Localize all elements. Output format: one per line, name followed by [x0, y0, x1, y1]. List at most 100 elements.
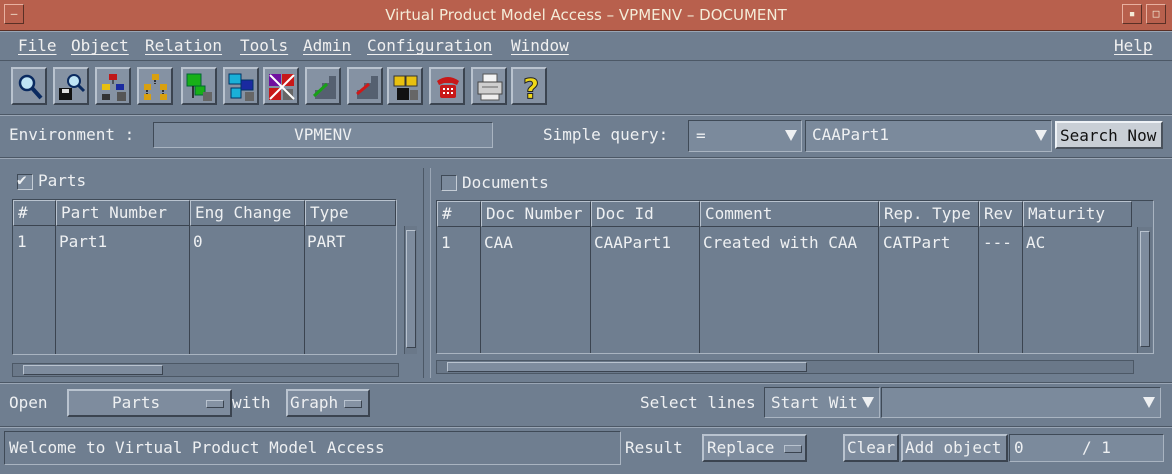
simple-query-label: Simple query: — [543, 125, 669, 144]
menu-help[interactable]: Help — [1114, 36, 1153, 55]
table-cell: PART — [307, 232, 346, 251]
folder-link-button[interactable] — [387, 67, 423, 105]
title-bar[interactable]: — Virtual Product Model Access – VPMENV … — [0, 0, 1172, 31]
search-now-label: Search Now — [1060, 126, 1157, 145]
menu-relation[interactable]: Relation — [145, 36, 222, 55]
query-value-combo[interactable]: CAAPart1 — [805, 120, 1052, 152]
clear-button[interactable]: Clear — [843, 434, 899, 462]
column-divider — [590, 227, 591, 353]
column-header[interactable]: # — [437, 201, 481, 227]
add-object-label: Add object — [905, 438, 1002, 457]
column-divider — [480, 227, 481, 353]
column-header[interactable]: Comment — [700, 201, 879, 227]
column-header[interactable]: Rev — [979, 201, 1023, 227]
column-header[interactable]: Doc Id — [591, 201, 700, 227]
open-selector-value: Parts — [112, 393, 161, 412]
column-header[interactable]: Maturity — [1023, 201, 1132, 227]
scrollbar-thumb[interactable] — [406, 230, 416, 348]
documents-checkbox[interactable] — [441, 175, 457, 191]
select-lines-input[interactable] — [881, 387, 1161, 418]
table-cell: 1 — [17, 232, 27, 251]
column-header[interactable]: # — [13, 200, 56, 226]
environment-field[interactable]: VPMENV — [153, 122, 493, 148]
folder-link-icon — [393, 75, 418, 100]
maximize-icon: □ — [1152, 7, 1160, 20]
column-header[interactable]: Rep. Type — [879, 201, 979, 227]
add-object-button[interactable]: Add object — [901, 434, 1008, 462]
search-save-button[interactable] — [53, 67, 89, 105]
open-label: Open — [9, 393, 48, 412]
column-divider — [699, 227, 700, 353]
help-button[interactable]: ? — [511, 67, 547, 105]
column-header[interactable]: Doc Number — [481, 201, 591, 227]
menu-configuration[interactable]: Configuration — [367, 36, 492, 55]
with-selector-value: Graph — [290, 393, 339, 412]
menu-tools[interactable]: Tools — [240, 36, 288, 55]
documents-horizontal-scrollbar[interactable] — [436, 360, 1134, 374]
parts-table: # Part Number Eng Change Type 1 Part1 0 … — [12, 199, 417, 355]
query-operator-select[interactable]: = — [688, 120, 802, 152]
result-label: Result — [625, 438, 683, 457]
select-lines-mode[interactable]: Start Wit — [764, 387, 880, 418]
menu-file[interactable]: File — [18, 36, 57, 55]
separator — [0, 157, 1172, 159]
tree-list-button[interactable] — [95, 67, 131, 105]
documents-vertical-scrollbar[interactable] — [1137, 227, 1152, 353]
column-header[interactable]: Part Number — [56, 200, 190, 226]
tree-copy-icon — [228, 73, 254, 101]
column-header[interactable]: Type — [305, 200, 396, 226]
open-selector-button[interactable]: Parts — [67, 389, 232, 417]
table-cell: Created with CAA — [703, 233, 858, 252]
minimize-icon: ▪ — [1128, 7, 1136, 20]
pane-splitter[interactable] — [423, 168, 431, 378]
column-divider — [1022, 227, 1023, 353]
chevron-down-icon — [1035, 130, 1047, 141]
separator — [0, 382, 1172, 384]
stairs-button[interactable] — [305, 67, 341, 105]
separator — [0, 114, 1172, 116]
parts-checkbox[interactable]: ✔ — [17, 170, 33, 190]
chevron-down-icon — [1143, 397, 1155, 408]
stairs-edit-button[interactable] — [347, 67, 383, 105]
table-cell: --- — [983, 233, 1012, 252]
environment-label: Environment : — [9, 125, 135, 144]
scrollbar-thumb[interactable] — [1140, 231, 1150, 347]
scrollbar-thumb[interactable] — [447, 362, 807, 372]
with-selector-button[interactable]: Graph — [286, 389, 370, 417]
tree-button[interactable] — [137, 67, 173, 105]
column-header[interactable]: Eng Change — [190, 200, 305, 226]
result-mode-button[interactable]: Replace — [702, 434, 807, 462]
table-cell: 0 — [193, 232, 203, 251]
select-lines-mode-value: Start Wit — [771, 393, 858, 412]
print-button[interactable] — [471, 67, 507, 105]
menu-object[interactable]: Object — [71, 36, 129, 55]
parts-vertical-scrollbar[interactable] — [404, 226, 417, 354]
minimize-button[interactable]: ▪ — [1122, 4, 1142, 24]
query-value: CAAPart1 — [812, 125, 890, 144]
tree-icon — [144, 74, 167, 100]
search-button[interactable] — [11, 67, 47, 105]
menu-admin[interactable]: Admin — [303, 36, 351, 55]
result-mode-value: Replace — [707, 438, 775, 457]
maximize-button[interactable]: □ — [1146, 4, 1166, 24]
column-divider — [878, 227, 879, 353]
app-window: — Virtual Product Model Access – VPMENV … — [0, 0, 1172, 474]
column-divider — [978, 227, 979, 353]
menu-window[interactable]: Window — [511, 36, 569, 55]
green-tree-icon — [186, 73, 212, 101]
window-title: Virtual Product Model Access – VPMENV – … — [385, 6, 787, 24]
documents-table: # Doc Number Doc Id Comment Rep. Type Re… — [436, 200, 1154, 354]
delete-relation-button[interactable] — [263, 67, 299, 105]
stairs-edit-icon — [354, 76, 378, 99]
with-label: with — [232, 393, 271, 412]
green-tree-button[interactable] — [181, 67, 217, 105]
delete-relation-icon — [269, 74, 295, 100]
tree-copy-button[interactable] — [223, 67, 259, 105]
status-message: Welcome to Virtual Product Model Access — [9, 438, 385, 457]
separator — [0, 426, 1172, 428]
phone-button[interactable] — [429, 67, 465, 105]
scrollbar-thumb[interactable] — [23, 365, 163, 375]
search-now-button[interactable]: Search Now — [1055, 121, 1163, 149]
parts-horizontal-scrollbar[interactable] — [12, 363, 399, 377]
table-cell: CAAPart1 — [594, 233, 672, 252]
